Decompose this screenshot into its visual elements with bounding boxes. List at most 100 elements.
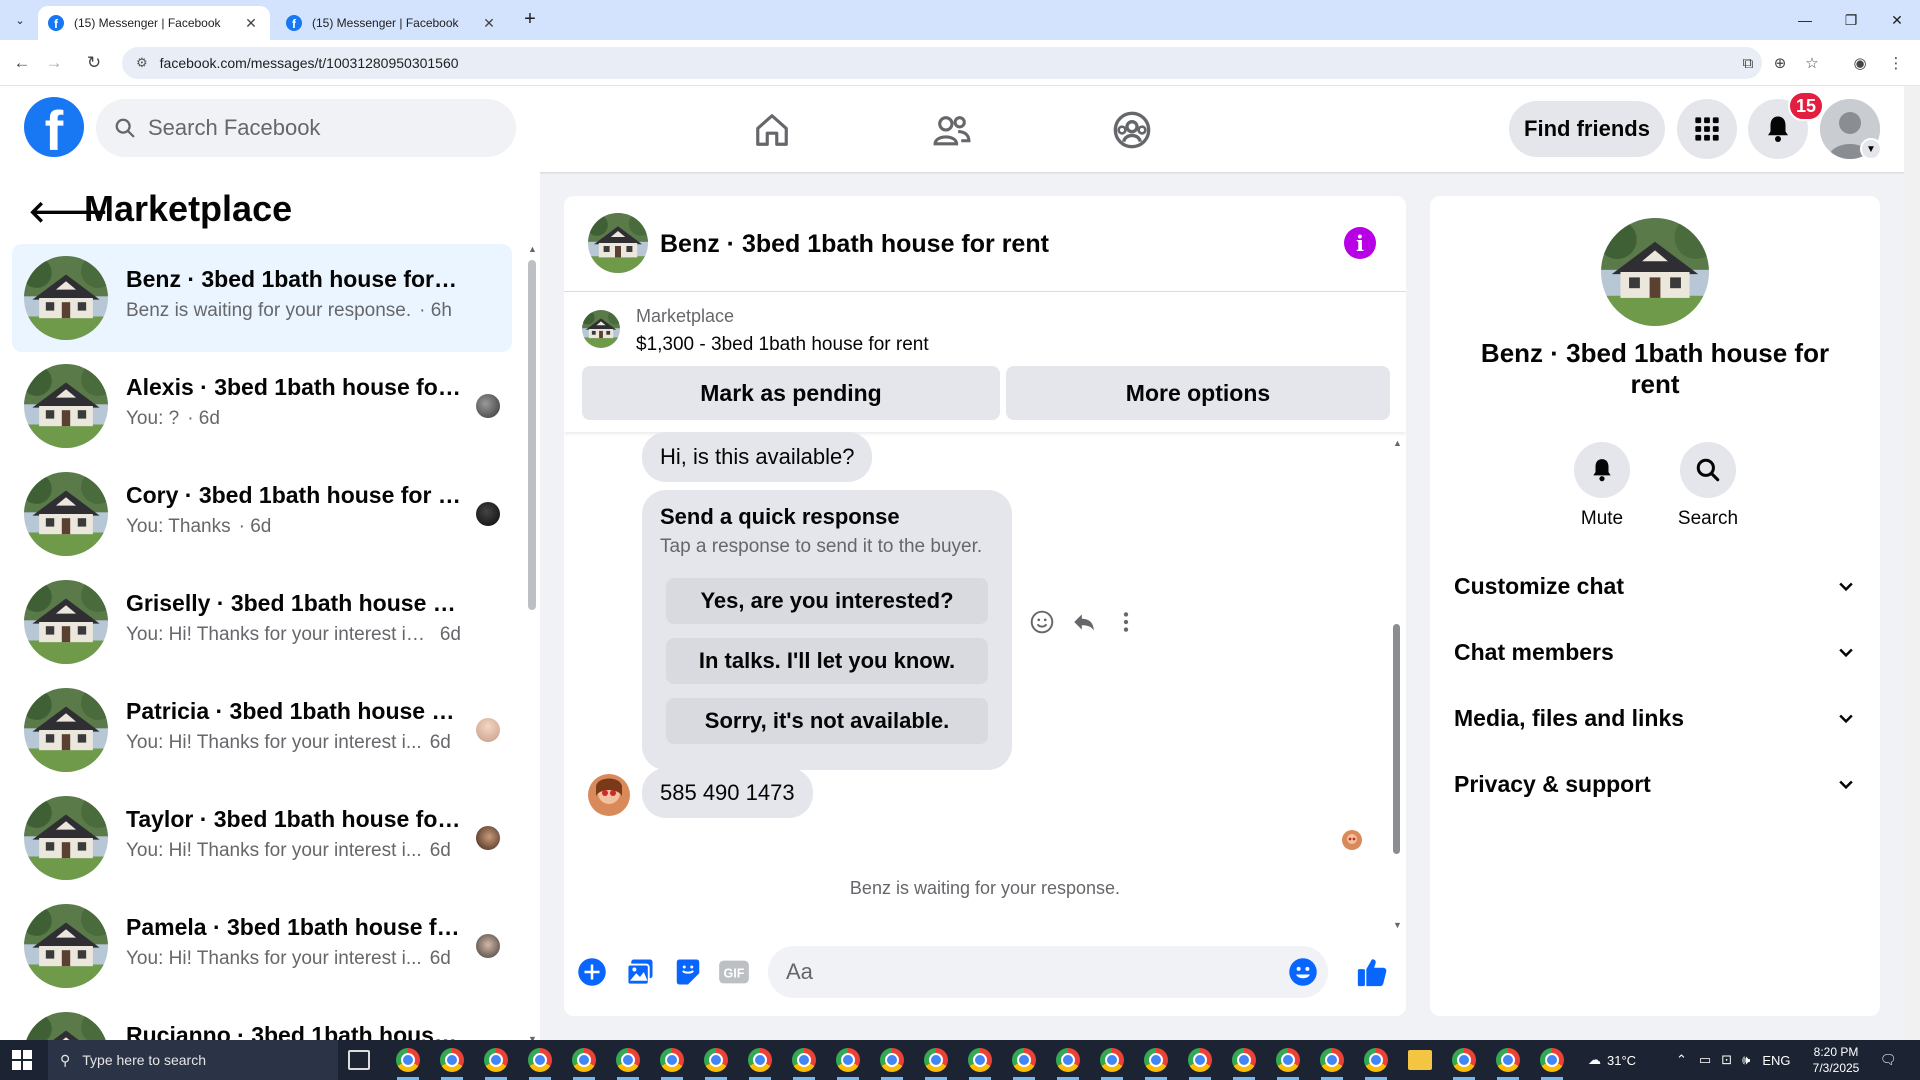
chrome-taskbar-icon[interactable] [1496,1048,1520,1072]
file-explorer-icon[interactable] [1408,1050,1432,1070]
forward-button[interactable]: → [42,51,66,75]
browser-menu-icon[interactable]: ⋮ [1884,51,1908,75]
chrome-taskbar-icon[interactable] [1232,1048,1256,1072]
minimize-button[interactable]: — [1782,0,1828,40]
listing-thumbnail[interactable] [582,310,620,348]
section-chat-members[interactable]: Chat members [1454,624,1856,680]
chrome-taskbar-icon[interactable] [1012,1048,1036,1072]
conversation-list-scrollbar[interactable]: ▲ ▼ [526,244,538,1040]
chat-thumbnail[interactable] [588,213,648,273]
sticker-icon[interactable] [670,954,706,990]
tray-chevron-icon[interactable]: ⌃ [1676,1052,1687,1068]
tab-search-dropdown[interactable]: ⌄ [8,8,32,32]
conversation-item[interactable]: Alexis · 3bed 1bath house for r... You: … [12,352,512,460]
home-nav-icon[interactable] [748,106,796,154]
chrome-taskbar-icon[interactable] [880,1048,904,1072]
chrome-taskbar-icon[interactable] [924,1048,948,1072]
close-window-button[interactable]: ✕ [1874,0,1920,40]
info-icon[interactable]: i [1344,227,1376,259]
chrome-taskbar-icon[interactable] [1100,1048,1124,1072]
conversation-item[interactable]: Patricia · 3bed 1bath house for... You: … [12,676,512,784]
back-button[interactable]: ← [10,51,34,75]
close-tab-icon[interactable]: ✕ [242,15,260,32]
chrome-taskbar-icon[interactable] [572,1048,596,1072]
chat-avatar[interactable] [1601,218,1709,326]
chrome-taskbar-icon[interactable] [616,1048,640,1072]
chrome-taskbar-icon[interactable] [396,1048,420,1072]
restore-button[interactable]: ❐ [1828,0,1874,40]
language-indicator[interactable]: ENG [1762,1053,1790,1068]
conversation-item[interactable]: Cory · 3bed 1bath house for rent You: Th… [12,460,512,568]
emoji-icon[interactable] [1288,957,1318,987]
plus-icon[interactable] [574,954,610,990]
conversation-item[interactable]: Pamela · 3bed 1bath house for ... You: H… [12,892,512,1000]
taskbar-clock[interactable]: 8:20 PM 7/3/2025 [1806,1044,1866,1076]
chat-scrollbar[interactable]: ▲ ▼ [1392,438,1402,930]
address-bar[interactable]: ⚙ facebook.com/messages/t/10031280950301… [122,47,1762,79]
groups-nav-icon[interactable] [1108,106,1156,154]
new-tab-button[interactable]: + [518,8,542,32]
conversation-item[interactable]: Griselly · 3bed 1bath house for rent You… [12,568,512,676]
chrome-taskbar-icon[interactable] [1364,1048,1388,1072]
menu-grid-button[interactable] [1677,99,1737,159]
facebook-search[interactable] [96,99,516,157]
react-emoji-icon[interactable] [1026,606,1058,638]
section-privacy-support[interactable]: Privacy & support [1454,756,1856,812]
thumbs-up-icon[interactable] [1354,954,1390,990]
chrome-taskbar-icon[interactable] [1320,1048,1344,1072]
reply-icon[interactable] [1068,606,1100,638]
section-customize-chat[interactable]: Customize chat [1454,558,1856,614]
photo-icon[interactable] [622,954,658,990]
chrome-taskbar-icon[interactable] [528,1048,552,1072]
chrome-taskbar-icon[interactable] [484,1048,508,1072]
chrome-taskbar-icon[interactable] [440,1048,464,1072]
close-tab-icon[interactable]: ✕ [480,15,498,32]
quick-response-option[interactable]: Yes, are you interested? [666,578,988,624]
chevron-down-icon[interactable]: ▼ [1860,138,1882,160]
search-in-chat-button[interactable]: Search [1668,442,1748,530]
gif-icon[interactable]: GIF [716,954,752,990]
weather-widget[interactable]: ☁ 31°C [1588,1040,1636,1080]
taskbar-search[interactable]: ⚲ Type here to search [48,1040,338,1080]
message-bubble[interactable]: Hi, is this available? [642,432,873,482]
chrome-taskbar-icon[interactable] [660,1048,684,1072]
more-options-button[interactable]: More options [1006,366,1390,420]
quick-response-option[interactable]: In talks. I'll let you know. [666,638,988,684]
chrome-taskbar-icon[interactable] [1144,1048,1168,1072]
conversation-item[interactable]: Rucianno · 3bed 1bath house f... [12,1000,512,1040]
message-input-box[interactable] [768,946,1328,998]
sender-avatar[interactable] [588,774,630,816]
browser-tab[interactable]: f (15) Messenger | Facebook ✕ [276,6,508,40]
chrome-taskbar-icon[interactable] [1276,1048,1300,1072]
chrome-taskbar-icon[interactable] [748,1048,772,1072]
browser-tab-active[interactable]: f (15) Messenger | Facebook ✕ [38,6,270,40]
conversation-item[interactable]: Taylor · 3bed 1bath house for r... You: … [12,784,512,892]
reload-button[interactable]: ↻ [82,51,106,75]
chrome-taskbar-icon[interactable] [1056,1048,1080,1072]
bookmark-star-icon[interactable]: ☆ [1800,51,1824,75]
chrome-taskbar-icon[interactable] [1540,1048,1564,1072]
install-app-icon[interactable]: ⧉ [1736,51,1760,75]
more-actions-icon[interactable] [1110,606,1142,638]
message-bubble[interactable]: 585 490 1473 [642,768,813,818]
conversation-item[interactable]: Benz · 3bed 1bath house for rent Benz is… [12,244,512,352]
chrome-taskbar-icon[interactable] [1452,1048,1476,1072]
battery-icon[interactable]: ▭ [1699,1052,1711,1068]
find-friends-button[interactable]: Find friends [1509,101,1665,157]
volume-icon[interactable]: 🕪 [1742,1052,1750,1068]
chat-title[interactable]: Benz · 3bed 1bath house for rent [660,230,1049,259]
facebook-logo[interactable]: f [24,97,84,157]
notification-center-icon[interactable]: 🗨 [1880,1040,1897,1080]
page-scrollbar[interactable] [1904,86,1920,1040]
chrome-taskbar-icon[interactable] [1188,1048,1212,1072]
chrome-taskbar-icon[interactable] [792,1048,816,1072]
chrome-taskbar-icon[interactable] [836,1048,860,1072]
message-input[interactable] [786,959,1236,985]
friends-nav-icon[interactable] [928,106,976,154]
network-icon[interactable]: ⊡ [1721,1052,1732,1068]
mark-pending-button[interactable]: Mark as pending [582,366,1000,420]
listing-title[interactable]: $1,300 - 3bed 1bath house for rent [636,334,929,356]
mute-button[interactable]: Mute [1562,442,1642,530]
windows-start-icon[interactable] [12,1050,32,1070]
search-input[interactable] [148,115,448,141]
